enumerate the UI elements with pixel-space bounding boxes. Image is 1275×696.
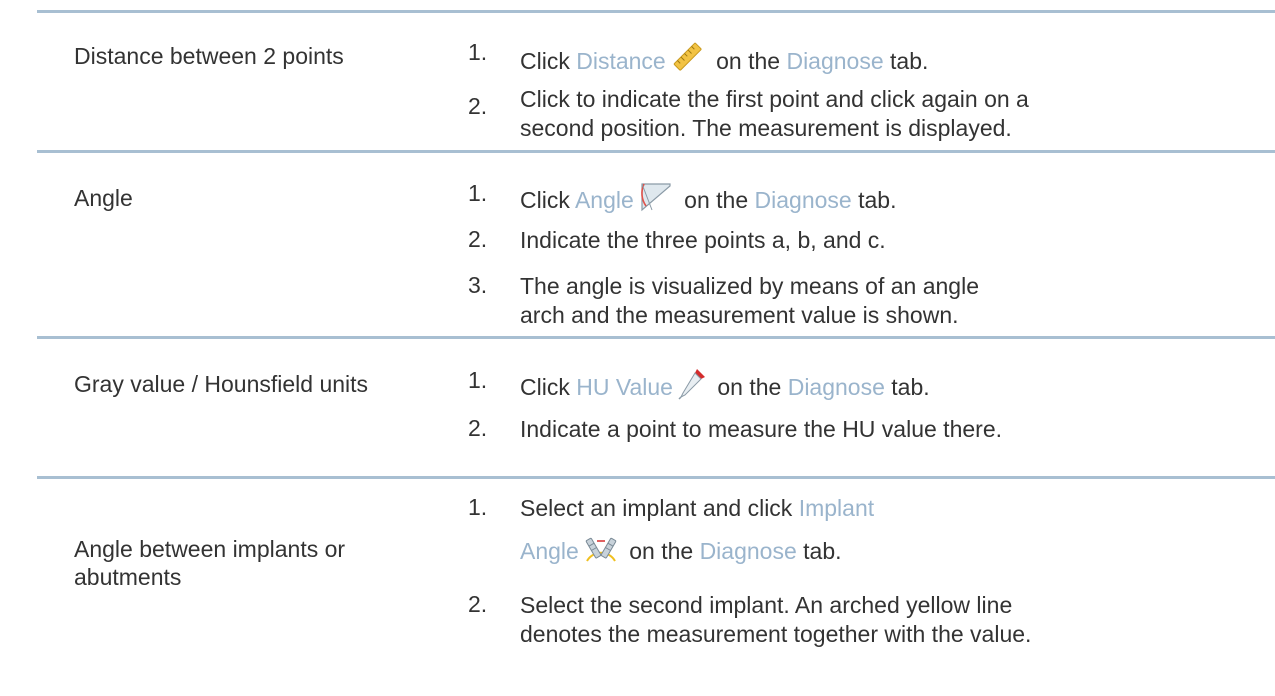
implant-angle-icon: [583, 535, 619, 572]
step-number: 2.: [468, 591, 488, 617]
table-top-rule: [37, 10, 1275, 13]
row-label: Gray value / Hounsfield units: [74, 371, 369, 397]
eyedropper-icon: [677, 367, 707, 408]
step-text: Indicate a point to measure the HU value…: [520, 416, 1003, 442]
step-number: 1.: [468, 494, 488, 520]
row-divider: [37, 336, 1275, 339]
step-number: 1.: [468, 180, 488, 206]
ruler-icon: [670, 39, 706, 82]
step-text: The angle is visualized by means of an a…: [520, 273, 980, 328]
row-label: Angle: [74, 185, 133, 211]
row-label: Angle between implants or abutments: [74, 536, 346, 590]
step-number: 3.: [468, 272, 488, 298]
ui-command-distance: Distance: [576, 48, 666, 74]
row-divider: [37, 476, 1275, 479]
step-text: Click HU Value on the Diagnose tab.: [520, 367, 930, 408]
step-number: 1.: [468, 367, 488, 393]
row-divider: [37, 150, 1275, 153]
step-text: Indicate the three points a, b, and c.: [520, 227, 886, 253]
ui-command-implant-angle: Implant: [798, 495, 875, 521]
step-number: 2.: [468, 93, 488, 119]
measurement-table: Distance between 2 points 1. Click Dista…: [0, 0, 1275, 696]
row-label: Distance between 2 points: [74, 43, 344, 69]
step-text: Select an implant and click Implant Angl…: [520, 494, 874, 572]
ui-tab-diagnose: Diagnose: [787, 374, 885, 400]
step-text: Click to indicate the first point and cl…: [520, 86, 1029, 141]
step-number: 2.: [468, 415, 488, 441]
step-text: Click Distance on the Diagnose tab.: [520, 39, 928, 82]
step-number: 2.: [468, 226, 488, 252]
protractor-icon: [638, 180, 674, 221]
step-text: Click Angle on the Diagnose tab.: [520, 180, 896, 221]
step-text: Select the second implant. An arched yel…: [520, 592, 1032, 647]
ui-command-angle: Angle: [574, 187, 634, 213]
ui-tab-diagnose: Diagnose: [754, 187, 852, 213]
step-number: 1.: [468, 39, 488, 65]
ui-tab-diagnose: Diagnose: [786, 48, 884, 74]
ui-command-hu-value: HU Value: [576, 374, 673, 400]
ui-tab-diagnose: Diagnose: [699, 538, 797, 564]
